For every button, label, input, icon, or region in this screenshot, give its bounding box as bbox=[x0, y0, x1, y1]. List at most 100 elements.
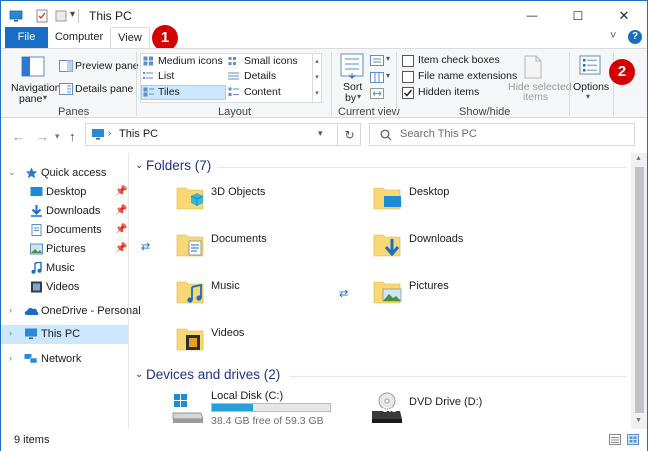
sync-icon: ⇄ bbox=[141, 241, 151, 253]
new-folder-icon[interactable] bbox=[54, 9, 68, 23]
layout-details[interactable]: Details bbox=[244, 70, 276, 82]
nav-this-pc[interactable]: › This PC bbox=[1, 325, 128, 344]
layout-small-icons[interactable]: Small icons bbox=[244, 55, 298, 67]
collapse-drives-icon[interactable]: ⌄ bbox=[135, 369, 143, 380]
scroll-up-icon[interactable]: ▲ bbox=[635, 155, 642, 162]
hide-selected-items-icon bbox=[524, 55, 542, 79]
collapse-folders-icon[interactable]: ⌄ bbox=[135, 160, 143, 171]
layout-gallery-scroll[interactable]: ▴ ▾ ▾ bbox=[312, 54, 321, 102]
details-pane-button[interactable]: Details pane bbox=[75, 83, 133, 95]
address-dropdown-icon[interactable]: ▾ bbox=[318, 128, 323, 139]
sort-by-dropdown-icon[interactable]: ▾ bbox=[357, 92, 361, 101]
breadcrumb-this-pc[interactable]: This PC bbox=[119, 128, 158, 140]
preview-pane-button[interactable]: Preview pane bbox=[75, 60, 139, 72]
ribbon-separator bbox=[569, 52, 570, 116]
content-icon bbox=[228, 87, 239, 96]
nav-documents[interactable]: Documents 📌 bbox=[1, 221, 128, 240]
hidden-items-checkbox[interactable] bbox=[402, 87, 414, 99]
pictures-icon bbox=[30, 243, 43, 255]
chevron-down-icon[interactable]: ⌄ bbox=[8, 167, 16, 178]
drives-heading[interactable]: Devices and drives (2) bbox=[146, 367, 280, 382]
search-placeholder: Search This PC bbox=[400, 128, 477, 140]
add-columns-dropdown-icon[interactable]: ▾ bbox=[386, 71, 390, 80]
nav-label: Downloads bbox=[46, 205, 101, 217]
navigation-pane-button-label-2: pane bbox=[19, 93, 43, 105]
large-icons-view-icon[interactable] bbox=[627, 434, 639, 445]
layout-content[interactable]: Content bbox=[244, 86, 281, 98]
small-icons-icon bbox=[228, 57, 236, 65]
nav-quick-access[interactable]: ⌄ Quick access bbox=[1, 164, 128, 183]
recent-locations-icon[interactable]: ▾ bbox=[55, 131, 60, 142]
nav-label: Quick access bbox=[41, 167, 107, 179]
details-view-icon[interactable] bbox=[609, 434, 621, 445]
item-check-boxes-checkbox[interactable] bbox=[402, 55, 414, 67]
ribbon-view: Navigation pane ▾ Preview pane Details p… bbox=[1, 48, 647, 118]
forward-arrow-icon[interactable]: → bbox=[36, 129, 49, 144]
nav-desktop[interactable]: Desktop 📌 bbox=[1, 183, 128, 202]
section-divider bbox=[289, 376, 627, 377]
properties-icon[interactable] bbox=[35, 9, 49, 23]
help-icon[interactable]: ? bbox=[628, 30, 642, 44]
nav-network[interactable]: › Network bbox=[1, 350, 128, 369]
network-icon bbox=[24, 354, 38, 364]
scroll-down-icon[interactable]: ▼ bbox=[635, 417, 642, 424]
sort-by-icon bbox=[340, 53, 364, 79]
search-box[interactable]: Search This PC bbox=[369, 123, 635, 146]
navigation-pane: ⌄ Quick access Desktop 📌 Downloads 📌 Doc… bbox=[1, 153, 141, 429]
group-by-icon[interactable] bbox=[370, 55, 384, 66]
tab-file[interactable]: File bbox=[5, 27, 48, 48]
sync-icon: ⇄ bbox=[339, 288, 349, 300]
pin-icon[interactable]: 📌 bbox=[115, 224, 127, 235]
pin-icon[interactable]: 📌 bbox=[115, 205, 127, 216]
address-bar[interactable]: › This PC ▾ bbox=[85, 123, 361, 146]
nav-music[interactable]: Music bbox=[1, 259, 128, 278]
chevron-right-icon[interactable]: › bbox=[9, 353, 12, 363]
pin-icon[interactable]: 📌 bbox=[115, 243, 127, 254]
videos-folder-icon bbox=[176, 328, 204, 351]
size-columns-icon[interactable] bbox=[370, 88, 384, 99]
layout-tiles[interactable]: Tiles bbox=[158, 86, 180, 98]
add-columns-icon[interactable] bbox=[370, 72, 384, 83]
refresh-button[interactable]: ↻ bbox=[337, 123, 361, 146]
documents-icon bbox=[31, 224, 42, 236]
folder-label: Downloads bbox=[409, 233, 464, 245]
nav-pictures[interactable]: Pictures 📌 bbox=[1, 240, 128, 259]
layout-list[interactable]: List bbox=[158, 70, 174, 82]
minimize-icon: — bbox=[526, 10, 538, 22]
details-pane-icon bbox=[59, 83, 73, 95]
back-arrow-icon[interactable]: ← bbox=[12, 129, 25, 144]
tab-view[interactable]: View bbox=[110, 27, 150, 48]
group-by-dropdown-icon[interactable]: ▾ bbox=[386, 54, 390, 63]
tab-computer[interactable]: Computer bbox=[48, 27, 110, 48]
chevron-right-icon[interactable]: › bbox=[9, 328, 12, 338]
section-divider bbox=[217, 167, 627, 168]
this-pc-icon bbox=[9, 10, 23, 22]
up-arrow-icon[interactable]: ↑ bbox=[69, 129, 76, 144]
quick-access-dropdown[interactable]: ▾ bbox=[70, 9, 75, 20]
nav-onedrive[interactable]: › OneDrive - Personal bbox=[1, 302, 141, 321]
desktop-folder-icon bbox=[373, 187, 401, 210]
show-hide-group-label: Show/hide bbox=[459, 106, 511, 118]
music-folder-icon bbox=[176, 281, 204, 304]
nav-downloads[interactable]: Downloads 📌 bbox=[1, 202, 128, 221]
scrollbar-thumb[interactable] bbox=[635, 167, 644, 413]
ribbon-expand-icon[interactable]: ˅ bbox=[610, 30, 616, 42]
refresh-icon: ↻ bbox=[344, 127, 355, 142]
nav-label: Videos bbox=[46, 281, 80, 293]
breadcrumb-chevron-icon[interactable]: › bbox=[108, 128, 111, 139]
item-check-boxes-label: Item check boxes bbox=[418, 54, 500, 66]
preview-pane-icon bbox=[59, 60, 73, 72]
callout-badge-2: 2 bbox=[609, 59, 635, 85]
file-explorer-window: ▾ This PC — ☐ ✕ File Computer View ˅ ? 1… bbox=[0, 0, 648, 451]
file-name-extensions-checkbox[interactable] bbox=[402, 71, 414, 83]
options-button[interactable]: Options bbox=[573, 81, 609, 93]
status-bar: 9 items bbox=[1, 429, 647, 451]
nav-videos[interactable]: Videos bbox=[1, 278, 128, 297]
layout-medium-icons[interactable]: Medium icons bbox=[158, 55, 223, 67]
navigation-pane-dropdown-icon[interactable]: ▾ bbox=[43, 93, 47, 102]
pin-icon[interactable]: 📌 bbox=[115, 186, 127, 197]
music-icon bbox=[31, 262, 42, 274]
options-dropdown-icon[interactable]: ▾ bbox=[586, 92, 590, 101]
chevron-right-icon[interactable]: › bbox=[9, 305, 12, 315]
folders-heading[interactable]: Folders (7) bbox=[146, 158, 211, 173]
